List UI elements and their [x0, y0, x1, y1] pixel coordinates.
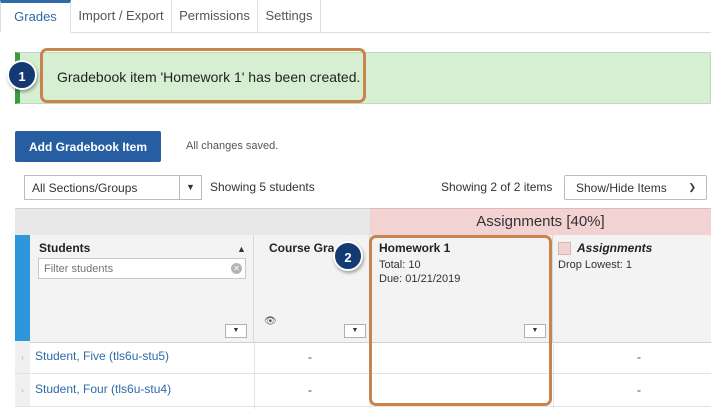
eye-hidden-icon: 👁	[264, 316, 277, 327]
showing-items-count: Showing 2 of 2 items	[441, 180, 553, 194]
callout-highlight-homework-column	[369, 235, 552, 406]
tab-permissions[interactable]: Permissions	[172, 0, 258, 33]
category-color-swatch	[558, 242, 571, 255]
column-divider	[254, 341, 255, 409]
filter-students-input[interactable]	[38, 258, 246, 279]
row-expander[interactable]: ›	[15, 341, 30, 374]
frozen-column-indicator	[15, 235, 30, 343]
course-grade-cell[interactable]: -	[308, 383, 312, 397]
category-cell[interactable]: -	[637, 350, 641, 364]
tab-import-export[interactable]: Import / Export	[71, 0, 172, 33]
add-gradebook-item-button[interactable]: Add Gradebook Item	[15, 131, 161, 162]
chevron-down-icon: ❯	[688, 182, 696, 192]
category-cell[interactable]: -	[637, 383, 641, 397]
show-hide-items-button[interactable]: Show/Hide Items ❯	[564, 175, 707, 200]
course-grade-column-title: Course Gra	[269, 241, 335, 255]
row-expander[interactable]: ›	[15, 374, 30, 407]
show-hide-label: Show/Hide Items	[576, 180, 667, 195]
tab-bar: Grades Import / Export Permissions Setti…	[0, 0, 711, 33]
section-select-value: All Sections/Groups	[32, 181, 138, 195]
callout-highlight-banner	[40, 48, 366, 103]
tab-grades[interactable]: Grades	[0, 0, 71, 33]
category-drop-lowest: Drop Lowest: 1	[558, 259, 632, 271]
grid-header-spacer	[15, 208, 370, 235]
chevron-down-icon: ▼	[179, 176, 201, 199]
tab-settings[interactable]: Settings	[258, 0, 321, 33]
clear-icon[interactable]: ✕	[231, 263, 242, 274]
student-link[interactable]: Student, Four (tls6u-stu4)	[35, 382, 171, 396]
callout-badge-2: 2	[333, 241, 363, 271]
category-column-title: Assignments	[577, 241, 653, 255]
column-divider	[553, 341, 554, 409]
student-link[interactable]: Student, Five (tls6u-stu5)	[35, 349, 169, 363]
students-menu-dropdown[interactable]: ▼	[225, 324, 247, 338]
students-column-title: Students	[39, 241, 91, 255]
callout-badge-1: 1	[7, 60, 37, 90]
section-group-select[interactable]: All Sections/Groups ▼	[24, 175, 202, 200]
sort-asc-icon[interactable]: ▲	[237, 244, 246, 254]
category-header: Assignments [40%]	[370, 208, 711, 235]
save-status: All changes saved.	[186, 140, 279, 152]
course-grade-cell[interactable]: -	[308, 350, 312, 364]
course-grade-menu-dropdown[interactable]: ▼	[344, 324, 366, 338]
showing-students-count: Showing 5 students	[210, 180, 315, 194]
